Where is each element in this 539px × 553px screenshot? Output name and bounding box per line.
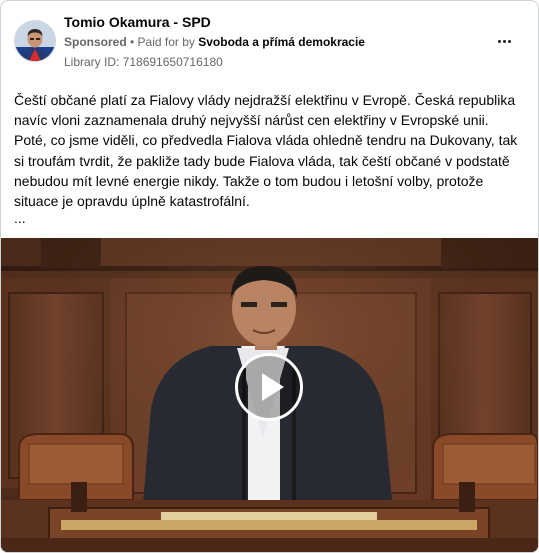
see-more-ellipsis[interactable]: ...: [14, 210, 26, 226]
sponsored-meta: Sponsored • Paid for by Svoboda a přímá …: [64, 35, 365, 49]
ad-post-card: Tomio Okamura - SPD Sponsored • Paid for…: [0, 0, 539, 553]
paid-for-label: Paid for by: [137, 35, 199, 49]
play-icon[interactable]: [235, 353, 303, 421]
avatar-photo: [15, 21, 55, 61]
play-triangle: [262, 373, 284, 401]
library-id: Library ID: 718691650716180: [64, 55, 223, 69]
separator-dot: •: [126, 35, 138, 49]
sponsored-label: Sponsored: [64, 35, 127, 49]
payer-name[interactable]: Svoboda a přímá demokracie: [198, 35, 365, 49]
page-name[interactable]: Tomio Okamura - SPD: [64, 14, 211, 30]
more-options-icon[interactable]: [490, 31, 518, 51]
post-text: Čeští občané platí za Fialovy vlády nejd…: [14, 92, 518, 210]
post-header: Tomio Okamura - SPD Sponsored • Paid for…: [1, 1, 538, 81]
avatar[interactable]: [14, 20, 56, 62]
